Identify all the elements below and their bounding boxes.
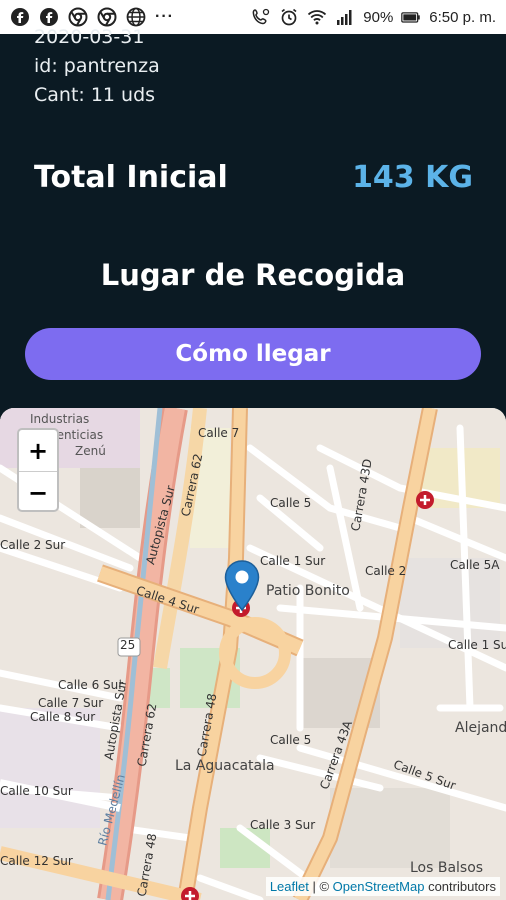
directions-button[interactable]: Cómo llegar xyxy=(25,328,481,380)
map-label: Calle 8 Sur xyxy=(30,710,96,724)
attribution-separator: | © xyxy=(308,879,333,894)
map-label: Calle 5 xyxy=(270,733,312,747)
map-attribution: Leaflet | © OpenStreetMap contributors xyxy=(265,877,500,896)
wifi-icon xyxy=(307,7,327,27)
attribution-contributors: contributors xyxy=(424,879,496,894)
total-value: 143 KG xyxy=(352,160,473,195)
pickup-map[interactable]: Industrias Alimenticias Zenú Calle 7 Cal… xyxy=(0,408,506,900)
order-quantity: Cant: 11 uds xyxy=(34,84,156,106)
zoom-in-button[interactable]: + xyxy=(19,430,57,471)
map-label: Calle 5A xyxy=(450,558,500,572)
facebook-icon xyxy=(39,7,59,27)
map-label: Calle 7 Sur xyxy=(38,696,104,710)
map-label: Alejand xyxy=(455,720,506,736)
zoom-out-button[interactable]: − xyxy=(19,471,57,510)
map-label: Zenú xyxy=(75,444,106,458)
map-label: Patio Bonito xyxy=(266,583,350,599)
map-label: Calle 1 Sur xyxy=(448,638,506,652)
battery-percentage: 90% xyxy=(363,8,394,26)
map-label: Calle 7 xyxy=(198,426,240,440)
order-date: 2020-03-31 xyxy=(34,26,145,48)
pickup-title: Lugar de Recogida xyxy=(100,258,406,292)
location-pin-icon[interactable] xyxy=(223,560,261,612)
map-label: Calle 1 Sur xyxy=(260,554,326,568)
alarm-icon xyxy=(279,7,299,27)
signal-icon xyxy=(335,7,355,27)
map-label: Calle 5 xyxy=(270,496,312,510)
map-label: 25 xyxy=(120,638,136,652)
facebook-icon xyxy=(10,7,30,27)
map-label: Calle 2 xyxy=(365,564,407,578)
map-label: Los Balsos xyxy=(410,860,484,876)
more-notifications-icon: ··· xyxy=(155,8,174,25)
call-settings-icon xyxy=(251,7,271,27)
map-label: Calle 2 Sur xyxy=(0,538,66,552)
map-label: Calle 3 Sur xyxy=(250,818,316,832)
chrome-icon xyxy=(97,7,117,27)
globe-icon xyxy=(126,7,146,27)
hospital-icon xyxy=(416,491,434,509)
order-id: id: pantrenza xyxy=(34,55,160,77)
clock: 6:50 p. m. xyxy=(429,8,496,26)
map-label: La Aguacatala xyxy=(175,758,275,774)
total-label: Total Inicial xyxy=(34,160,228,195)
chrome-icon xyxy=(68,7,88,27)
map-label: Calle 10 Sur xyxy=(0,784,73,798)
map-label: Industrias xyxy=(30,412,90,426)
order-details: 2020-03-31 id: pantrenza Cant: 11 uds To… xyxy=(0,26,506,408)
openstreetmap-link[interactable]: OpenStreetMap xyxy=(333,879,425,894)
map-label: Calle 12 Sur xyxy=(0,854,73,868)
battery-icon xyxy=(401,7,421,27)
zoom-control: + − xyxy=(17,428,59,512)
leaflet-link[interactable]: Leaflet xyxy=(270,879,309,894)
